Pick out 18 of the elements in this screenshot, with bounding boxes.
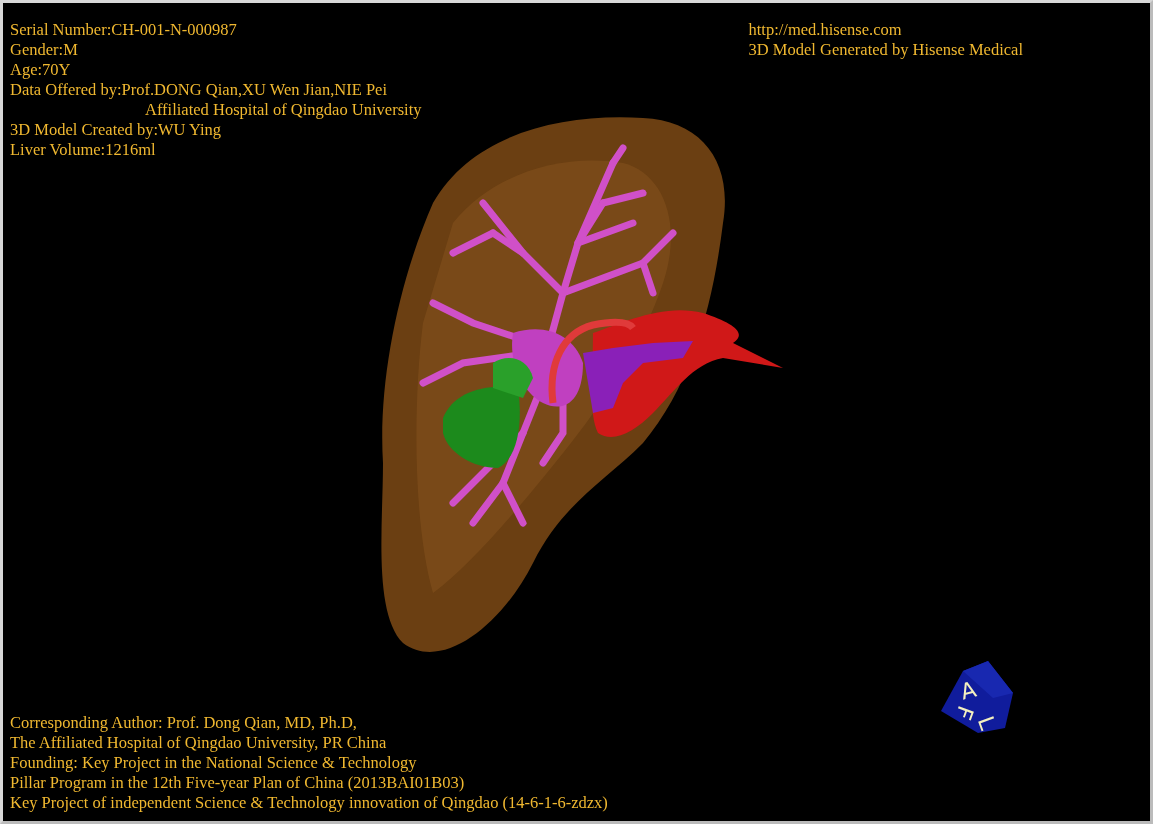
credit-text: Pillar Program in the 12th Five-year Plan of China (2013BAI01B03) bbox=[10, 773, 465, 793]
credit-text: Founding: Key Project in the National Science & Technology bbox=[10, 753, 417, 773]
orientation-label: A bbox=[957, 676, 979, 705]
generator-text: 3D Model Generated by Hisense Medical bbox=[748, 40, 1023, 60]
orientation-label: F bbox=[950, 702, 979, 723]
credit-text: Key Project of independent Science & Technology innovation of Qingdao (14-6-1-6-zdzx) bbox=[10, 793, 608, 813]
info-text: Affiliated Hospital of Qingdao University bbox=[144, 100, 422, 120]
website-link[interactable]: http://med.hisense.com bbox=[748, 20, 902, 40]
info-text: Gender:M bbox=[10, 40, 78, 60]
orientation-cube[interactable] bbox=[941, 661, 1013, 733]
info-text: Age:70Y bbox=[10, 60, 71, 80]
viewport[interactable] bbox=[0, 0, 1153, 824]
info-text: Data Offered by:Prof.DONG Qian,XU Wen Jian,NIE Pei bbox=[10, 80, 388, 100]
credit-text: Corresponding Author: Prof. Dong Qian, MD, Ph.D, bbox=[10, 713, 357, 733]
info-text: Liver Volume:1216ml bbox=[10, 140, 156, 160]
info-text: Serial Number:CH-001-N-000987 bbox=[10, 20, 237, 40]
credit-text: The Affiliated Hospital of Qingdao University, PR China bbox=[10, 733, 387, 753]
info-text: 3D Model Created by:WU Ying bbox=[10, 120, 222, 140]
